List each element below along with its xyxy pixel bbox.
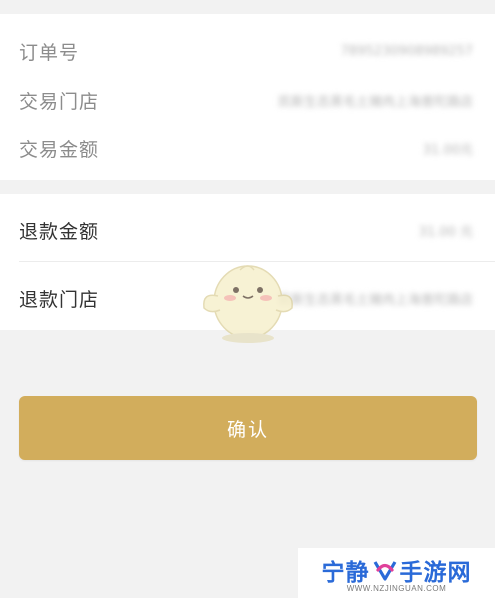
watermark-subtitle: WWW.NZJINGUAN.COM bbox=[298, 584, 495, 593]
order-number-label: 订单号 bbox=[19, 41, 80, 64]
order-info-card: 订单号 7895230908989257 交易门店 凯斯生态黑毛土猪肉上海普陀路… bbox=[0, 14, 495, 180]
refund-store-label: 退款门店 bbox=[19, 288, 100, 311]
store-value: 凯斯生态黑毛土猪肉上海普陀路店 bbox=[277, 94, 473, 110]
site-watermark: 宁静 手游网 WWW.NZJINGUAN.COM bbox=[298, 548, 495, 598]
amount-row: 交易金额 31.00元 bbox=[0, 124, 495, 172]
order-number-row: 订单号 7895230908989257 bbox=[0, 26, 495, 76]
refund-amount-label: 退款金额 bbox=[19, 220, 100, 243]
watermark-logo-icon bbox=[373, 561, 396, 581]
watermark-title-right: 手游网 bbox=[399, 560, 472, 586]
watermark-url: WWW.NZJINGUAN.COM bbox=[346, 584, 447, 593]
top-strip bbox=[0, 0, 495, 14]
watermark-title: 宁静 手游网 bbox=[298, 553, 495, 587]
confirm-button[interactable]: 确认 bbox=[19, 396, 477, 460]
store-row: 交易门店 凯斯生态黑毛土猪肉上海普陀路店 bbox=[0, 76, 495, 124]
mascot-watermark-icon bbox=[203, 265, 293, 343]
refund-amount-value: 31.00 元 bbox=[418, 224, 473, 240]
watermark-title-left: 宁静 bbox=[321, 560, 370, 586]
order-number-value: 7895230908989257 bbox=[340, 43, 473, 59]
refund-amount-row: 退款金额 31.00 元 bbox=[0, 202, 495, 258]
amount-label: 交易金额 bbox=[19, 138, 100, 161]
amount-value: 31.00元 bbox=[422, 142, 473, 158]
store-label: 交易门店 bbox=[19, 90, 100, 113]
refund-store-value: 凯斯生态黑毛土猪肉上海普陀路店 bbox=[277, 292, 473, 308]
